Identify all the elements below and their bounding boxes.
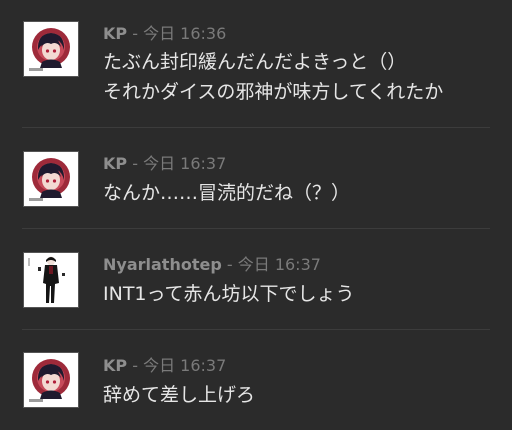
kp-avatar-icon (29, 359, 70, 402)
avatar-nyarlathotep[interactable] (23, 252, 79, 308)
header-separator: - (127, 24, 144, 43)
kp-avatar-icon (29, 28, 70, 71)
message-text: たぶん封印緩んだんだよきっと（） (103, 51, 407, 73)
message-text: 辞めて差し上げろ (103, 384, 256, 406)
message-divider (22, 228, 490, 229)
avatar-kp[interactable] (23, 21, 79, 77)
message-divider (22, 127, 490, 128)
message-header: KP - 今日 16:37 (103, 356, 226, 376)
author-name[interactable]: KP (103, 356, 127, 375)
message-divider (22, 329, 490, 330)
author-name[interactable]: KP (103, 24, 127, 43)
message-text: INT1って赤ん坊以下でしょう (103, 283, 355, 305)
header-separator: - (221, 255, 238, 274)
message-text: それかダイスの邪神が味方してくれたか (103, 81, 444, 103)
header-separator: - (127, 154, 144, 173)
timestamp: 今日 16:37 (237, 255, 321, 274)
message-header: KP - 今日 16:36 (103, 24, 226, 44)
message-header: Nyarlathotep - 今日 16:37 (103, 255, 321, 275)
author-name[interactable]: KP (103, 154, 127, 173)
timestamp: 今日 16:37 (143, 356, 227, 375)
message-header: KP - 今日 16:37 (103, 154, 226, 174)
message-text: なんか……冒涜的だね（？） (103, 182, 351, 204)
timestamp: 今日 16:36 (143, 24, 227, 43)
timestamp: 今日 16:37 (143, 154, 227, 173)
avatar-kp[interactable] (23, 352, 79, 408)
kp-avatar-icon (29, 158, 70, 201)
author-name[interactable]: Nyarlathotep (103, 255, 222, 274)
header-separator: - (127, 356, 144, 375)
nyarlathotep-avatar-icon (24, 253, 78, 307)
avatar-kp[interactable] (23, 151, 79, 207)
